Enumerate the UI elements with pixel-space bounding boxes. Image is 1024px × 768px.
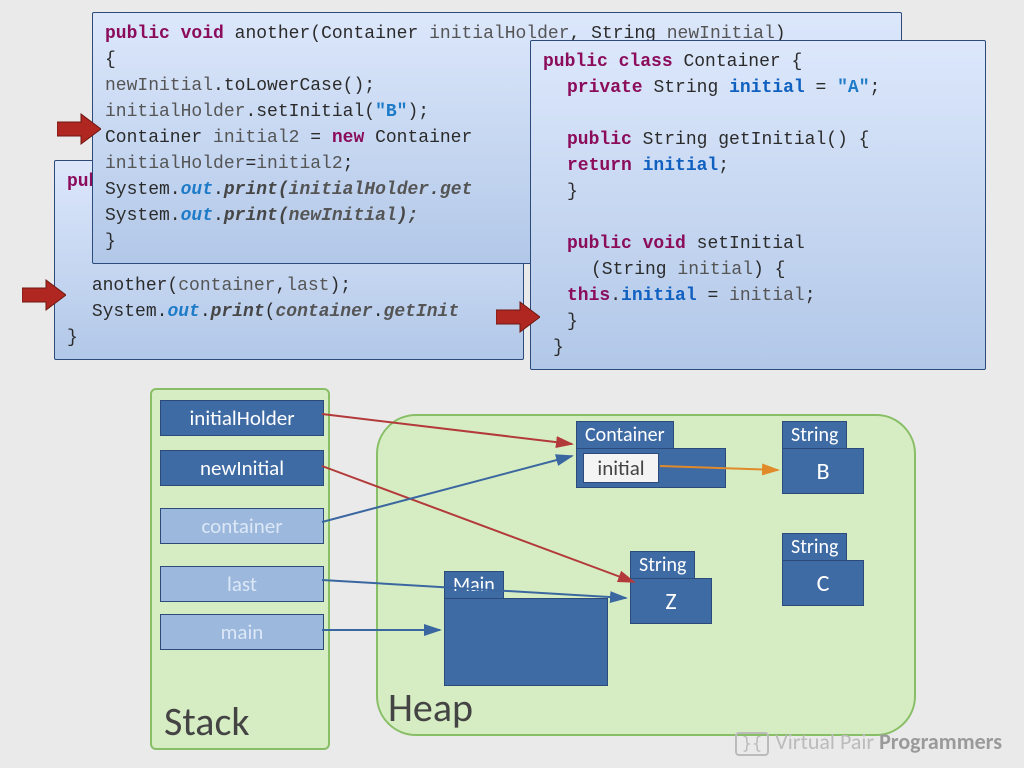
stack-frame-main: main — [160, 614, 324, 650]
object-title: String — [782, 533, 847, 561]
stack-frame-container: container — [160, 508, 324, 544]
step-arrow-icon — [496, 300, 540, 334]
object-title: Main — [444, 571, 504, 599]
heap-object-string-z: String Z — [630, 578, 712, 624]
stack-label: Stack — [164, 697, 250, 746]
heap-label: Heap — [388, 683, 473, 732]
object-title: String — [630, 551, 695, 579]
object-value: C — [783, 569, 863, 598]
watermark: }{Virtual Pair Programmers — [735, 728, 1002, 756]
stack-frame-last: last — [160, 566, 324, 602]
object-field-initial: initial — [583, 453, 659, 483]
stack-region: initialHolder newInitial container last … — [150, 388, 330, 750]
object-value: B — [783, 457, 863, 486]
step-arrow-icon — [22, 278, 66, 312]
code-panel-container-class: public class Container { private String … — [530, 40, 986, 370]
step-arrow-icon — [57, 112, 101, 146]
stack-frame-initialHolder: initialHolder — [160, 400, 324, 436]
object-title: String — [782, 421, 847, 449]
stack-frame-newInitial: newInitial — [160, 450, 324, 486]
logo-glyph-icon: }{ — [735, 732, 769, 756]
heap-region: Container initial String B String C Stri… — [376, 414, 916, 736]
heap-object-container: Container initial — [576, 448, 726, 488]
object-title: Container — [576, 421, 674, 449]
heap-object-string-b: String B — [782, 448, 864, 494]
heap-object-main: Main — [444, 598, 608, 686]
object-value: Z — [631, 587, 711, 616]
heap-object-string-c: String C — [782, 560, 864, 606]
